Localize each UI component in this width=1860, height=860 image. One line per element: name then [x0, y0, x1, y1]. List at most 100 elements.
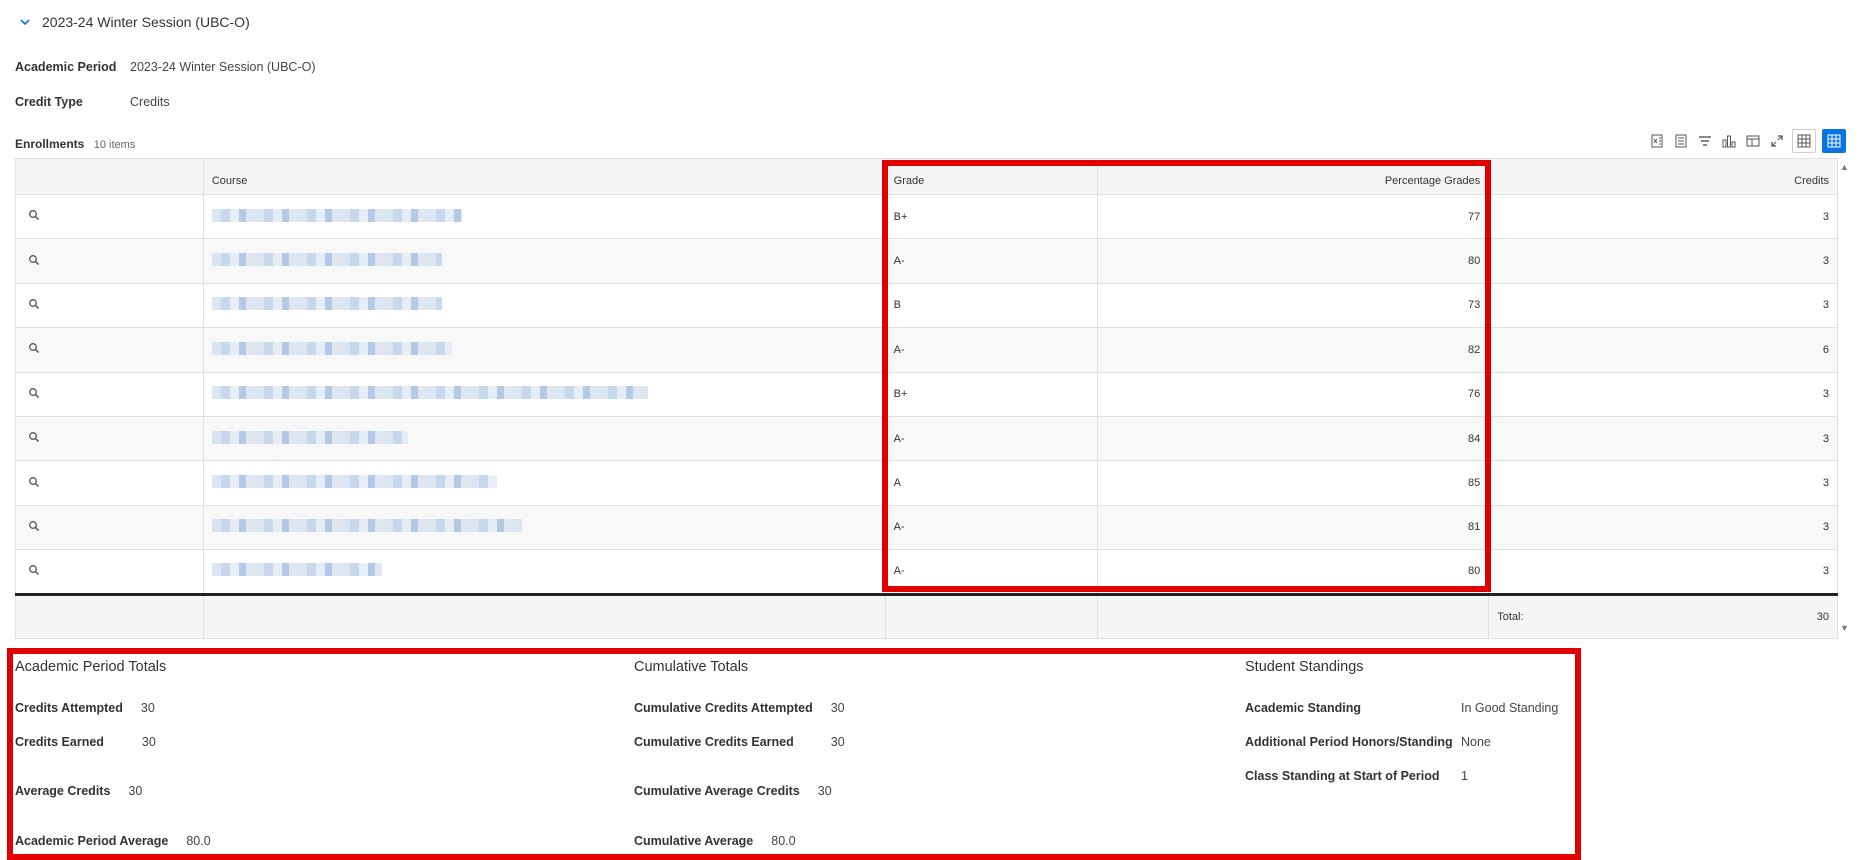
total-cell: Total: 30 [1488, 592, 1838, 639]
row-action-cell[interactable] [15, 372, 204, 417]
column-header-credits[interactable]: Credits [1488, 158, 1838, 195]
session-title: 2023-24 Winter Session (UBC-O) [42, 14, 250, 30]
course-cell[interactable] [203, 505, 886, 551]
course-cell[interactable] [203, 372, 886, 417]
kv-value: 80.0 [186, 834, 211, 848]
fullscreen-icon[interactable] [1768, 132, 1786, 150]
column-header-course[interactable]: Course [203, 158, 886, 195]
cumulative-average-credits: Cumulative Average Credits 30 [634, 784, 832, 798]
grade-cell: A- [885, 416, 1098, 462]
credits-cell: 3 [1488, 372, 1838, 417]
percentage-cell: 76 [1097, 372, 1490, 417]
course-cell[interactable] [203, 460, 886, 506]
percentage-cell: 82 [1097, 327, 1490, 373]
column-header-percentage[interactable]: Percentage Grades [1097, 158, 1490, 195]
grade-cell: A- [885, 327, 1098, 373]
kv-value: 30 [830, 701, 845, 715]
course-cell[interactable] [203, 238, 886, 284]
row-action-cell[interactable] [15, 460, 204, 506]
magnifier-icon[interactable] [28, 209, 40, 221]
credits-cell: 3 [1488, 238, 1838, 284]
kv-label: Average Credits [15, 784, 111, 798]
redacted-course-name [211, 563, 382, 577]
period-average-credits: Average Credits 30 [15, 784, 142, 798]
magnifier-icon[interactable] [28, 298, 40, 310]
kv-label: Cumulative Credits Attempted [634, 701, 813, 715]
table-row[interactable]: A 85 3 [15, 460, 1838, 506]
course-cell[interactable] [203, 194, 886, 240]
chevron-down-icon[interactable] [18, 15, 32, 29]
course-cell[interactable] [203, 327, 886, 373]
grid-view-icon[interactable] [1822, 129, 1846, 153]
magnifier-icon[interactable] [28, 387, 40, 399]
scroll-up-icon[interactable]: ▲ [1840, 162, 1849, 172]
magnifier-icon[interactable] [28, 564, 40, 576]
row-action-cell[interactable] [15, 194, 204, 240]
grade-cell: A- [885, 549, 1098, 595]
percentage-cell: 80 [1097, 238, 1490, 284]
table-row[interactable]: A- 80 3 [15, 549, 1838, 595]
kv-label: Cumulative Average Credits [634, 784, 800, 798]
magnifier-icon[interactable] [28, 254, 40, 266]
table-row[interactable]: A- 84 3 [15, 416, 1838, 462]
kv-value: 1 [1461, 769, 1468, 783]
magnifier-icon[interactable] [28, 476, 40, 488]
export-pdf-icon[interactable] [1672, 132, 1690, 150]
course-cell[interactable] [203, 549, 886, 595]
kv-label: Credits Earned [15, 735, 104, 749]
chart-icon[interactable] [1720, 132, 1738, 150]
table-toolbar [1648, 129, 1846, 153]
table-view-icon[interactable] [1792, 129, 1816, 153]
redacted-course-name [211, 208, 462, 222]
magnifier-icon[interactable] [28, 342, 40, 354]
export-excel-icon[interactable] [1648, 132, 1666, 150]
column-header-grade[interactable]: Grade [885, 158, 1098, 195]
kv-value: 30 [817, 784, 832, 798]
row-action-cell[interactable] [15, 327, 204, 373]
percentage-cell: 80 [1097, 549, 1490, 595]
kv-value: In Good Standing [1461, 701, 1559, 715]
row-action-cell[interactable] [15, 283, 204, 329]
course-cell[interactable] [203, 416, 886, 462]
cumulative-credits-attempted: Cumulative Credits Attempted 30 [634, 701, 845, 715]
column-layout-icon[interactable] [1744, 132, 1762, 150]
field-label: Academic Period [15, 60, 117, 74]
kv-label: Credits Attempted [15, 701, 123, 715]
redacted-course-name [211, 297, 442, 311]
redacted-course-name [211, 475, 497, 489]
table-row[interactable]: B+ 77 3 [15, 194, 1838, 240]
period-totals-title: Academic Period Totals [15, 659, 167, 675]
total-empty-cell [1097, 592, 1490, 639]
field-label: Credit Type [15, 95, 83, 109]
class-standing: Class Standing at Start of Period 1 [1245, 769, 1468, 783]
table-row[interactable]: A- 82 6 [15, 327, 1838, 373]
scroll-down-icon[interactable]: ▼ [1840, 623, 1849, 633]
filter-icon[interactable] [1696, 132, 1714, 150]
total-empty-cell [885, 592, 1098, 639]
session-header[interactable]: 2023-24 Winter Session (UBC-O) [18, 14, 250, 30]
table-row[interactable]: A- 80 3 [15, 238, 1838, 284]
row-action-cell[interactable] [15, 416, 204, 462]
row-action-cell[interactable] [15, 549, 204, 595]
total-empty-cell [203, 592, 886, 639]
row-action-cell[interactable] [15, 238, 204, 284]
table-row[interactable]: A- 81 3 [15, 505, 1838, 551]
grade-cell: A- [885, 505, 1098, 551]
course-cell[interactable] [203, 283, 886, 329]
magnifier-icon[interactable] [28, 431, 40, 443]
table-row[interactable]: B+ 76 3 [15, 372, 1838, 417]
kv-value: 80.0 [771, 834, 796, 848]
kv-value: 30 [830, 735, 845, 749]
table-row[interactable]: B 73 3 [15, 283, 1838, 329]
redacted-course-name [211, 430, 408, 444]
credits-cell: 3 [1488, 505, 1838, 551]
row-action-cell[interactable] [15, 505, 204, 551]
credits-cell: 3 [1488, 460, 1838, 506]
redacted-course-name [211, 519, 522, 533]
grade-cell: B [885, 283, 1098, 329]
percentage-cell: 73 [1097, 283, 1490, 329]
credits-cell: 6 [1488, 327, 1838, 373]
magnifier-icon[interactable] [28, 520, 40, 532]
percentage-cell: 85 [1097, 460, 1490, 506]
kv-value: 30 [140, 701, 155, 715]
